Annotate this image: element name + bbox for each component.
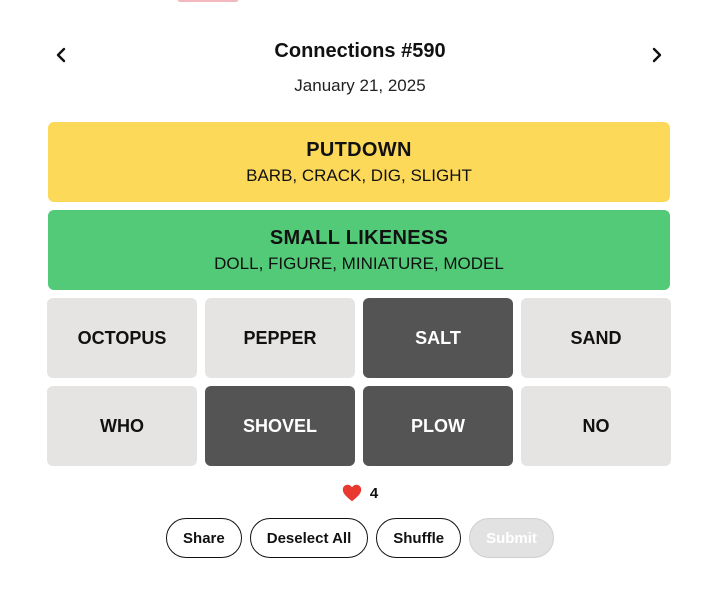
word-tile[interactable]: PLOW bbox=[363, 386, 513, 466]
connections-game: Connections #590 January 21, 2025 PUTDOW… bbox=[0, 0, 720, 594]
word-tile[interactable]: SHOVEL bbox=[205, 386, 355, 466]
group-words: DOLL, FIGURE, MINIATURE, MODEL bbox=[214, 253, 504, 273]
solved-group-small-likeness: SMALL LIKENESS DOLL, FIGURE, MINIATURE, … bbox=[48, 210, 670, 290]
chevron-right-icon bbox=[652, 47, 662, 63]
group-name: SMALL LIKENESS bbox=[269, 226, 449, 249]
top-accent-bar bbox=[178, 0, 238, 2]
deselect-all-button[interactable]: Deselect All bbox=[249, 518, 369, 558]
puzzle-date: January 21, 2025 bbox=[294, 76, 426, 95]
word-tile[interactable]: WHO bbox=[47, 386, 197, 466]
mistakes-remaining: 4 bbox=[0, 484, 720, 502]
puzzle-title: Connections #590 bbox=[274, 40, 446, 62]
solved-group-putdown: PUTDOWN BARB, CRACK, DIG, SLIGHT bbox=[48, 122, 670, 202]
word-tile[interactable]: SAND bbox=[521, 298, 671, 378]
share-button[interactable]: Share bbox=[166, 518, 242, 558]
word-tile[interactable]: SALT bbox=[363, 298, 513, 378]
shuffle-button[interactable]: Shuffle bbox=[376, 518, 462, 558]
group-name: PUTDOWN bbox=[306, 138, 412, 161]
heart-icon bbox=[342, 484, 362, 502]
puzzle-header: Connections #590 January 21, 2025 bbox=[0, 36, 720, 106]
group-words: BARB, CRACK, DIG, SLIGHT bbox=[246, 165, 472, 185]
mistakes-count: 4 bbox=[369, 484, 379, 502]
submit-button[interactable]: Submit bbox=[469, 518, 554, 558]
next-puzzle-button[interactable] bbox=[642, 40, 672, 70]
word-grid: OCTOPUS PEPPER SALT SAND WHO SHOVEL PLOW… bbox=[47, 298, 671, 466]
game-controls: Share Deselect All Shuffle Submit bbox=[0, 518, 720, 558]
word-tile[interactable]: NO bbox=[521, 386, 671, 466]
word-tile[interactable]: PEPPER bbox=[205, 298, 355, 378]
word-tile[interactable]: OCTOPUS bbox=[47, 298, 197, 378]
